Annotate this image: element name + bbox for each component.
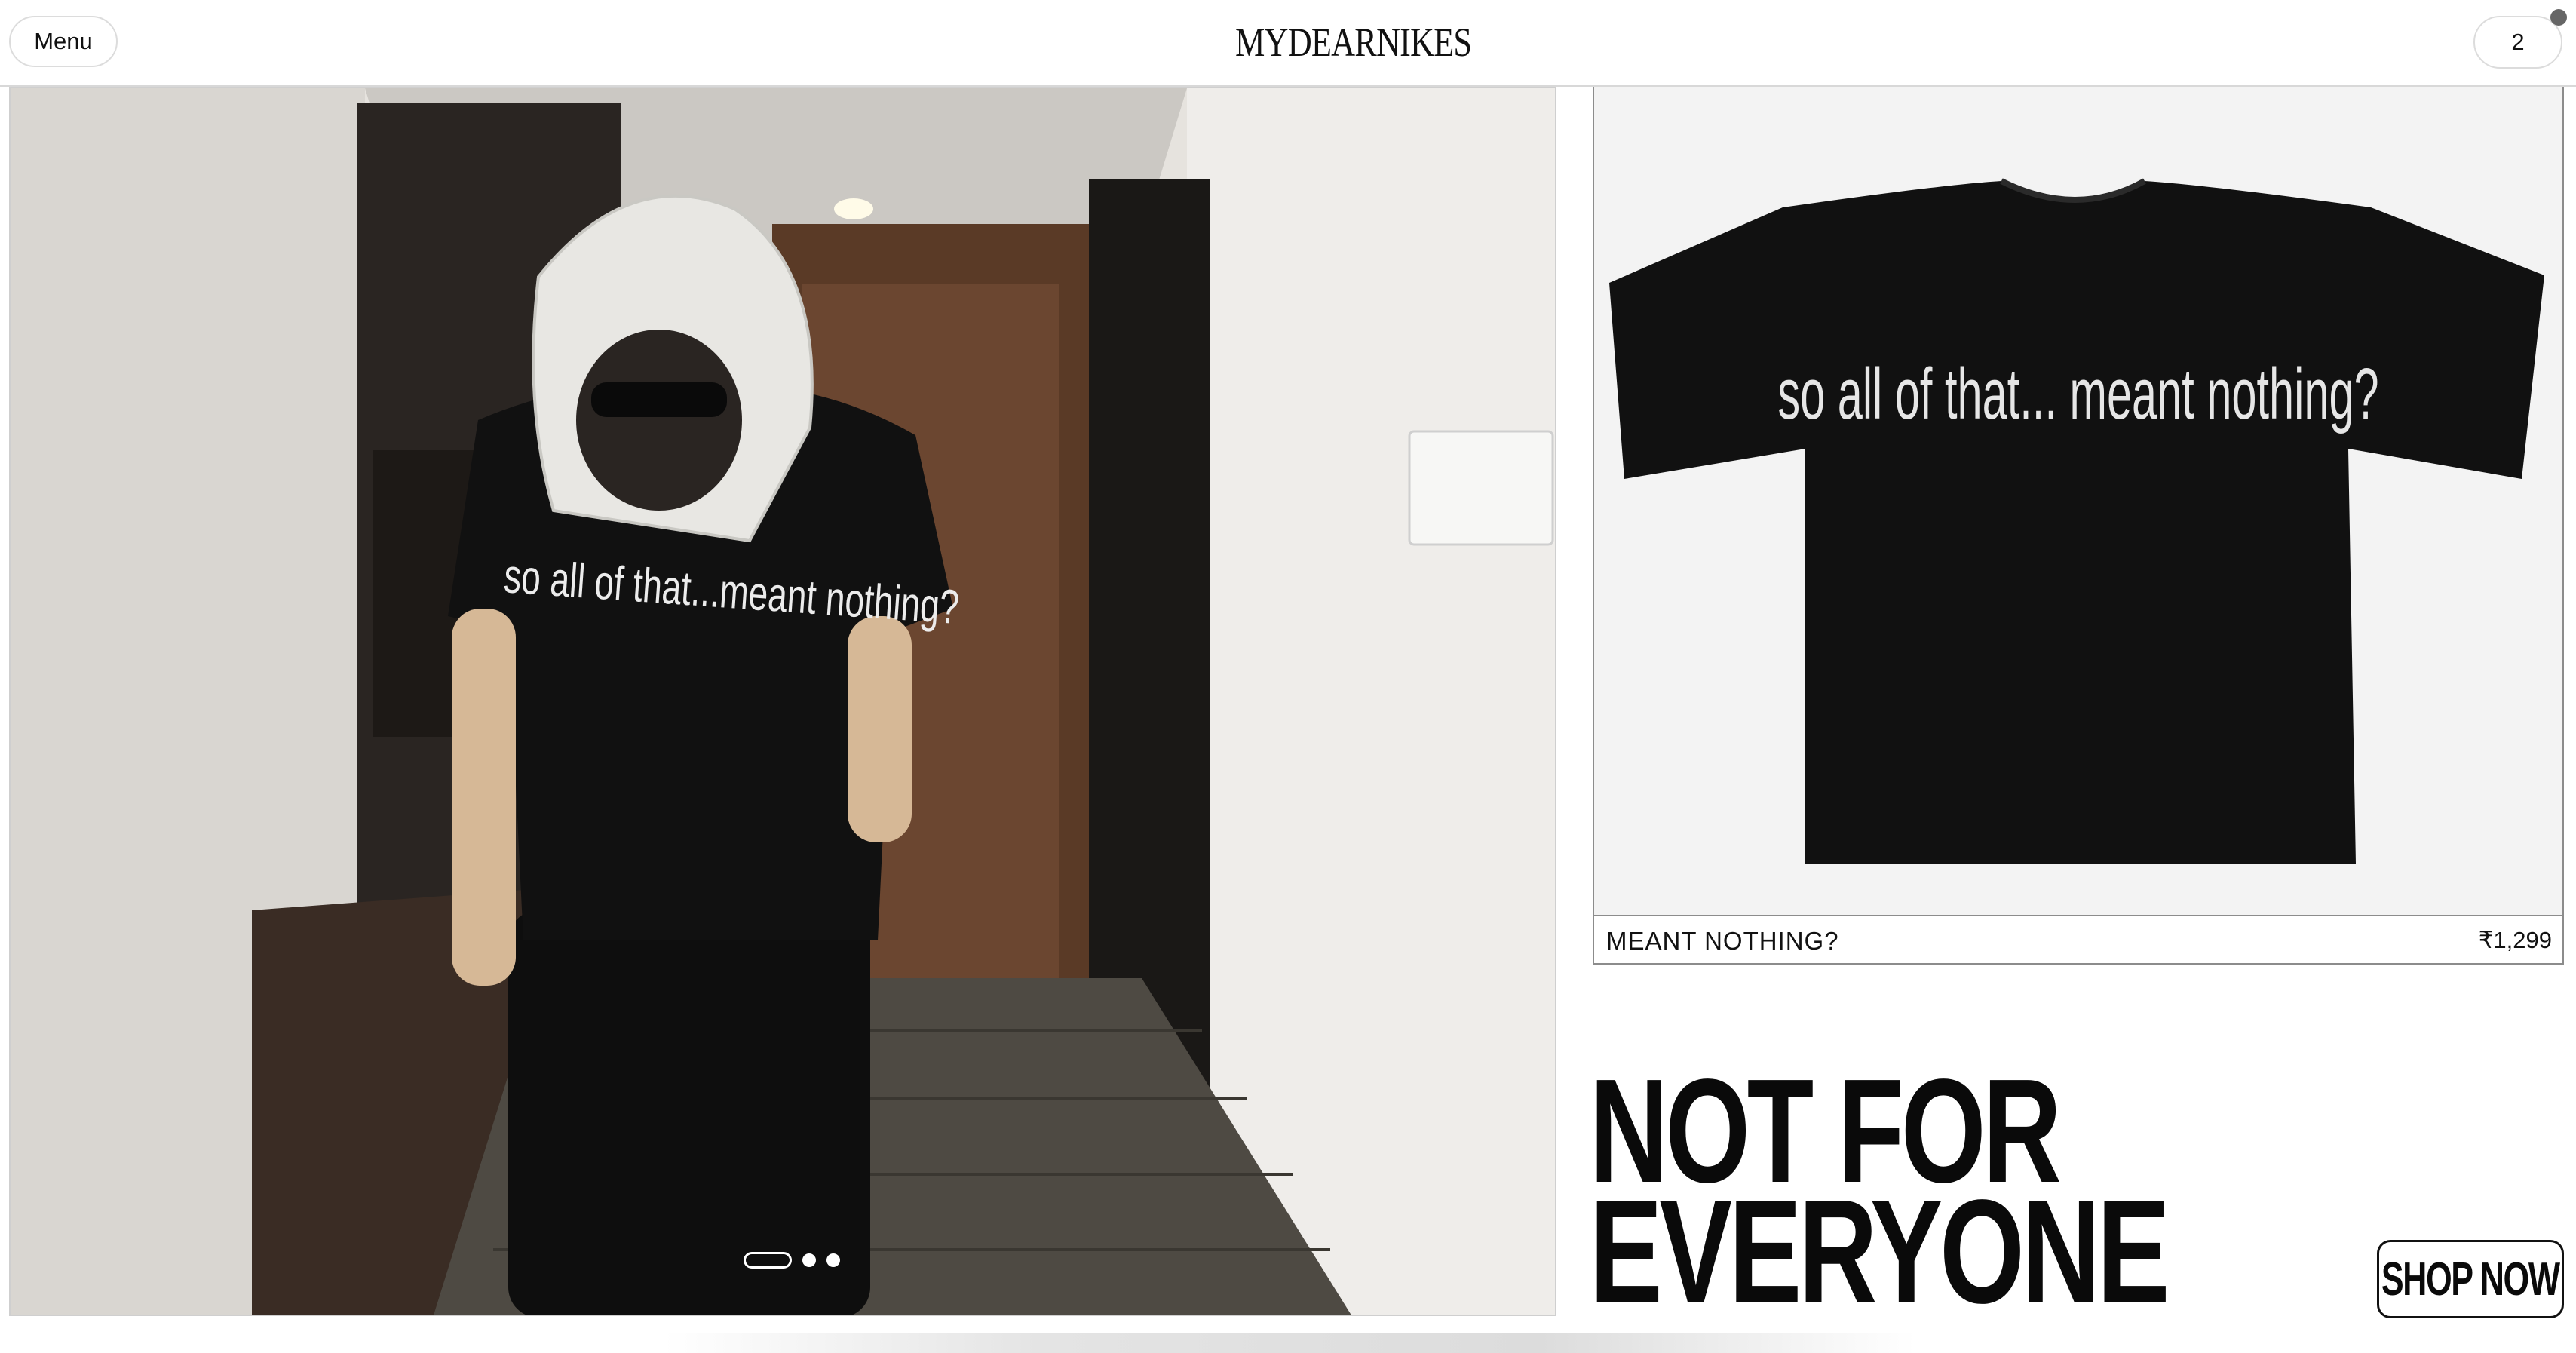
product-shirt-print: so all of that... meant nothing?	[1777, 353, 2378, 434]
product-image[interactable]: so all of that... meant nothing?	[1594, 87, 2562, 915]
headline-line-2: EVERYONE	[1590, 1169, 2170, 1334]
headline: NOT FOR EVERYONE	[1590, 1057, 2170, 1334]
shop-now-button[interactable]: SHOP NOW	[2377, 1240, 2564, 1318]
carousel-dot-icon[interactable]	[826, 1253, 840, 1267]
product-name[interactable]: MEANT NOTHING?	[1606, 927, 1839, 956]
tshirt-graphic: so all of that... meant nothing?	[1609, 178, 2544, 864]
carousel-indicator	[744, 1252, 840, 1269]
site-logo[interactable]: MYDEARNIKES	[1235, 17, 1472, 68]
product-meta-bar: MEANT NOTHING? ₹1,299	[1594, 915, 2562, 963]
product-card[interactable]: so all of that... meant nothing? MEANT N…	[1593, 87, 2564, 965]
shop-now-label: SHOP NOW	[2381, 1253, 2560, 1305]
hero-image-carousel[interactable]: so all of that...meant nothing?	[9, 87, 1556, 1316]
carousel-dot-icon[interactable]	[802, 1253, 816, 1267]
cart-badge-dot-icon	[2550, 9, 2567, 26]
carousel-dot-active-icon[interactable]	[744, 1252, 792, 1269]
product-price: ₹1,299	[2478, 927, 2552, 953]
site-header: Menu MYDEARNIKES 2	[0, 0, 2576, 87]
menu-button[interactable]: Menu	[9, 16, 118, 67]
hero-photo: so all of that...meant nothing?	[11, 88, 1555, 1315]
cart-button[interactable]: 2	[2473, 16, 2562, 69]
bottom-shadow-divider	[664, 1333, 1915, 1353]
